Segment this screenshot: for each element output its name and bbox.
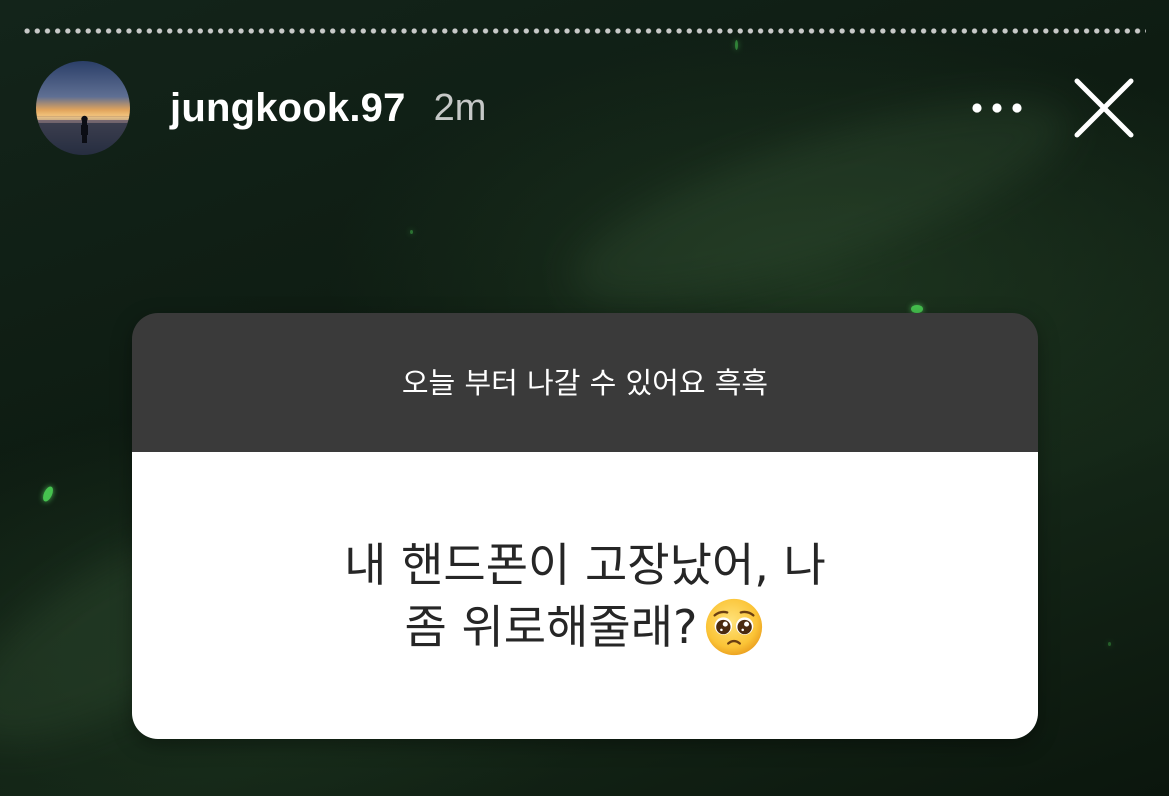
question-sticker[interactable]: 오늘 부터 나갈 수 있어요 흑흑 내 핸드폰이 고장났어, 나 좀 위로해줄래… — [132, 313, 1038, 739]
sticker-question-text: 오늘 부터 나갈 수 있어요 흑흑 — [401, 365, 769, 400]
close-icon — [1074, 78, 1134, 138]
pleading-face-emoji-icon — [706, 598, 763, 655]
answer-text: 내 핸드폰이 고장났어, 나 — [344, 537, 826, 592]
background-speck — [40, 485, 56, 503]
story-header: jungkook.97 2m — [36, 60, 1139, 156]
background-speck — [410, 230, 413, 234]
background-speck — [735, 40, 738, 50]
sticker-question-header: 오늘 부터 나갈 수 있어요 흑흑 — [132, 313, 1038, 452]
answer-text: 좀 위로해줄래? — [404, 599, 698, 654]
answer-text-line: 내 핸드폰이 고장났어, 나 — [344, 534, 826, 596]
more-horizontal-icon — [972, 103, 1022, 113]
answer-text-line: 좀 위로해줄래? — [405, 596, 766, 658]
avatar[interactable] — [36, 61, 130, 155]
more-options-button[interactable] — [967, 78, 1027, 138]
close-button[interactable] — [1069, 73, 1139, 143]
username[interactable]: jungkook.97 — [170, 86, 406, 131]
sticker-answer-body: 내 핸드폰이 고장났어, 나 좀 위로해줄래? — [132, 452, 1038, 739]
background-speck — [911, 305, 923, 313]
sunset-beach-silhouette-avatar-icon — [36, 61, 130, 155]
background-speck — [1108, 642, 1111, 646]
story-timestamp: 2m — [433, 86, 487, 129]
story-progress-bar — [22, 28, 1146, 34]
story-viewer[interactable]: jungkook.97 2m 오늘 부터 나갈 수 있어요 흑흑 내 핸드폰이 … — [0, 0, 1169, 796]
